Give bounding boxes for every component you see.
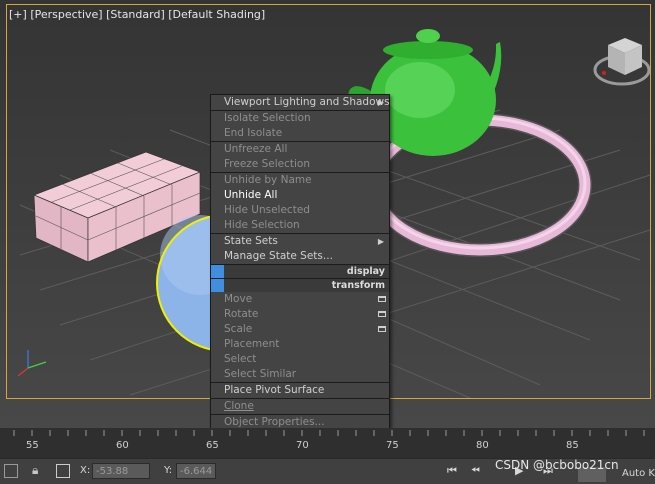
menu-item-label: Unfreeze All [224, 143, 288, 155]
menu-item-label: Isolate Selection [224, 112, 311, 124]
viewport-plus-menu[interactable]: [+] [9, 8, 27, 21]
menu-item-label: Select Similar [224, 368, 297, 380]
menu-item-select[interactable]: Select [211, 352, 389, 367]
menu-item-label: Hide Selection [224, 219, 300, 231]
watermark: CSDN @bcbobo21cn [495, 458, 619, 472]
timeline-tick-label: 80 [476, 440, 489, 451]
menu-header-display: display [211, 264, 389, 278]
menu-item-label: Unhide All [224, 189, 278, 201]
menu-header-label: transform [331, 280, 385, 291]
menu-header-swatch [211, 265, 224, 278]
menu-item-unhide-by-name[interactable]: Unhide by Name [211, 173, 389, 188]
menu-item-label: Move [224, 293, 253, 305]
menu-item-label: Place Pivot Surface [224, 384, 325, 396]
menu-header-swatch [211, 279, 224, 292]
y-coordinate-field[interactable]: -6.644 [176, 463, 216, 479]
menu-item-place-pivot-surface[interactable]: Place Pivot Surface [211, 383, 389, 398]
submenu-arrow-icon: ▶ [377, 237, 384, 246]
viewport-pov-menu[interactable]: [Perspective] [30, 8, 102, 21]
timeline-ruler[interactable]: 55 60 65 70 75 80 85 [0, 428, 655, 458]
menu-header-transform: transform [211, 278, 389, 292]
menu-item-placement[interactable]: Placement [211, 337, 389, 352]
settings-box-icon[interactable] [378, 326, 386, 332]
menu-item-label: Hide Unselected [224, 204, 310, 216]
menu-item-label: State Sets [224, 235, 278, 247]
absolute-mode-icon[interactable] [56, 464, 70, 478]
timeline-tick-label: 70 [296, 440, 309, 451]
menu-item-label: Unhide by Name [224, 174, 312, 186]
timeline-tick-label: 85 [566, 440, 579, 451]
prev-frame-icon[interactable]: ⏪︎ [471, 464, 480, 478]
timeline-tick-label: 55 [26, 440, 39, 451]
menu-item-state-sets[interactable]: State Sets ▶ [211, 234, 389, 249]
submenu-arrow-icon: ▶ [377, 98, 384, 107]
menu-item-label: Viewport Lighting and Shadows [224, 96, 390, 108]
settings-box-icon[interactable] [378, 311, 386, 317]
timeline-tick-label: 60 [116, 440, 129, 451]
status-icon[interactable] [4, 464, 18, 478]
menu-item-move[interactable]: Move [211, 292, 389, 307]
menu-item-label: End Isolate [224, 127, 283, 139]
menu-header-label: display [346, 266, 385, 277]
menu-item-rotate[interactable]: Rotate [211, 307, 389, 322]
timeline-ticks [13, 430, 645, 436]
y-coordinate-label: Y: [164, 465, 173, 476]
menu-item-unhide-all[interactable]: Unhide All [211, 188, 389, 203]
menu-item-unfreeze-all[interactable]: Unfreeze All [211, 142, 389, 157]
menu-item-manage-state-sets[interactable]: Manage State Sets... [211, 249, 389, 264]
menu-item-label: Scale [224, 323, 253, 335]
menu-item-label: Manage State Sets... [224, 250, 333, 262]
menu-item-select-similar[interactable]: Select Similar [211, 367, 389, 382]
menu-item-label: Placement [224, 338, 280, 350]
x-coordinate-label: X: [80, 465, 91, 476]
quad-context-menu[interactable]: Viewport Lighting and Shadows ▶ Isolate Se… [210, 94, 390, 477]
menu-item-freeze-selection[interactable]: Freeze Selection [211, 157, 389, 172]
viewport-shading-menu[interactable]: [Default Shading] [168, 8, 265, 21]
menu-item-isolate-selection[interactable]: Isolate Selection [211, 111, 389, 126]
menu-item-hide-unselected[interactable]: Hide Unselected [211, 203, 389, 218]
menu-item-label: Object Properties... [224, 416, 325, 428]
menu-item-hide-selection[interactable]: Hide Selection [211, 218, 389, 233]
goto-start-icon[interactable]: ⏮︎ [447, 464, 457, 478]
auto-key-button[interactable]: Auto K [622, 468, 655, 479]
timeline-tick-label: 65 [206, 440, 219, 451]
timeline-tick-label: 75 [386, 440, 399, 451]
menu-item-label: Clone [224, 400, 254, 412]
viewport-label[interactable]: [+] [Perspective] [Standard] [Default Sh… [9, 8, 265, 21]
menu-item-clone[interactable]: Clone [211, 399, 389, 414]
menu-item-label: Freeze Selection [224, 158, 310, 170]
lock-icon[interactable]: 🔒︎ [32, 463, 38, 478]
menu-item-end-isolate[interactable]: End Isolate [211, 126, 389, 141]
menu-item-viewport-lighting-and-shadows[interactable]: Viewport Lighting and Shadows ▶ [211, 95, 390, 110]
menu-item-label: Select [224, 353, 257, 365]
viewport-shading-standard-menu[interactable]: [Standard] [106, 8, 165, 21]
settings-box-icon[interactable] [378, 296, 386, 302]
menu-item-scale[interactable]: Scale [211, 322, 389, 337]
x-coordinate-field[interactable]: -53.88 [92, 463, 150, 479]
menu-item-label: Rotate [224, 308, 259, 320]
